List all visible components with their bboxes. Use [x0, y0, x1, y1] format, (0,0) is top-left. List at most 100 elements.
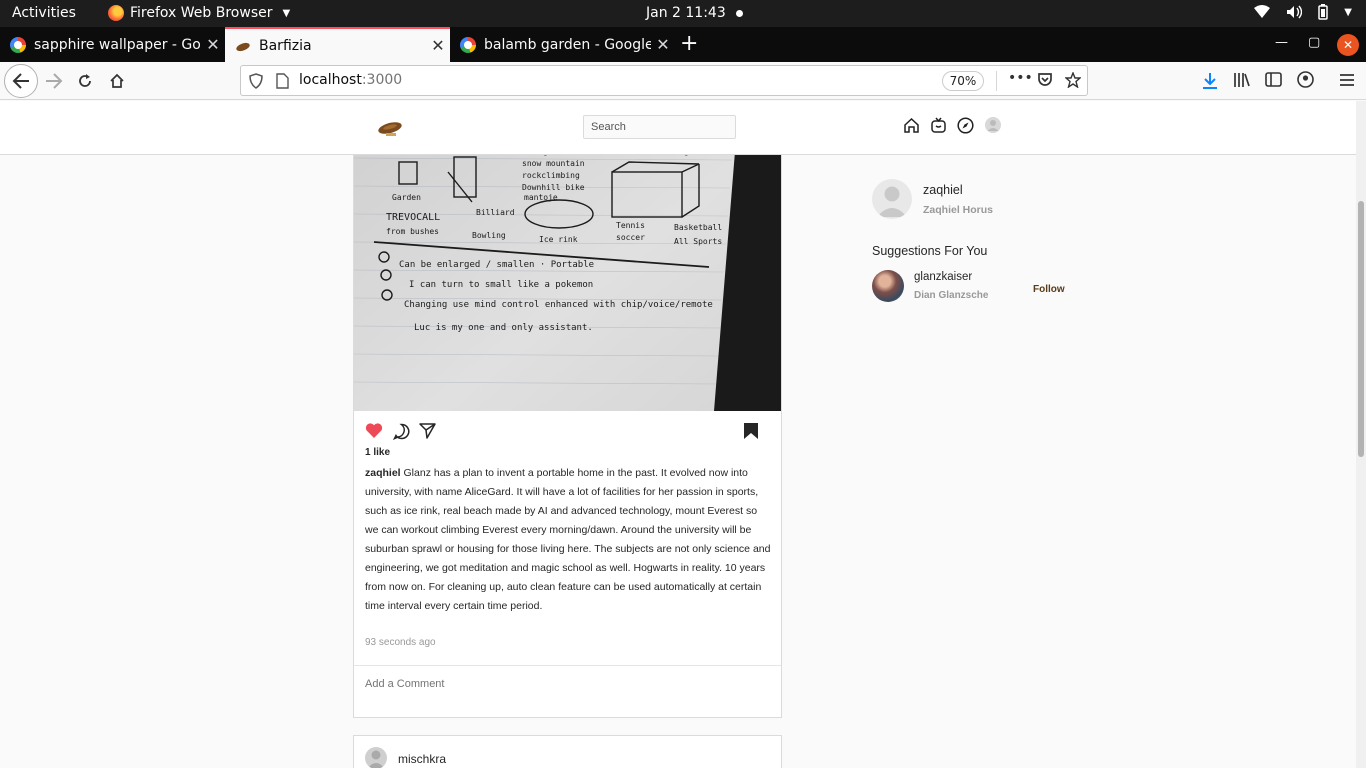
hamburger-menu-icon[interactable]: [1339, 73, 1355, 87]
divider: [996, 71, 997, 91]
google-icon: [460, 36, 476, 53]
page-viewport: Search snow mountain rockclimbing Downhi…: [0, 101, 1356, 768]
svg-text:TREVOCALL: TREVOCALL: [386, 212, 440, 223]
more-actions-icon[interactable]: •••: [1008, 70, 1033, 86]
app-menu[interactable]: Firefox Web Browser ▼: [108, 5, 290, 21]
window-close-button[interactable]: ✕: [1337, 34, 1359, 56]
barfizia-logo[interactable]: [377, 118, 403, 140]
volume-icon: [1287, 5, 1303, 19]
navigation-toolbar: localhost:3000 70% •••: [0, 62, 1366, 100]
suggestions-heading: Suggestions For You: [872, 244, 988, 258]
svg-text:from bushes: from bushes: [386, 227, 439, 236]
search-input[interactable]: Search: [583, 115, 736, 139]
page-scrollbar[interactable]: [1356, 101, 1366, 768]
svg-text:Tennis: Tennis: [616, 221, 645, 230]
bookmark-star-icon[interactable]: [1065, 72, 1081, 88]
follow-button[interactable]: Follow: [1033, 284, 1065, 295]
avatar[interactable]: [872, 179, 912, 219]
pocket-icon[interactable]: [1037, 72, 1053, 88]
default-avatar-icon: [367, 750, 385, 768]
svg-text:mantoje: mantoje: [524, 193, 558, 202]
tab-title: balamb garden - Google: [484, 36, 651, 53]
system-tray[interactable]: ▼: [1254, 4, 1352, 20]
home-button[interactable]: [103, 67, 131, 95]
notification-dot: [736, 10, 743, 17]
close-icon[interactable]: ✕: [426, 36, 450, 55]
svg-text:soccer: soccer: [616, 233, 645, 242]
profile-avatar-icon[interactable]: [985, 117, 1001, 133]
suggestion-username[interactable]: glanzkaiser: [914, 271, 972, 283]
shield-icon[interactable]: [249, 73, 263, 89]
share-send-icon[interactable]: [419, 422, 436, 439]
svg-text:rockclimbing: rockclimbing: [522, 171, 580, 180]
svg-text:All Sports: All Sports: [674, 237, 722, 246]
bookmark-icon[interactable]: [743, 422, 759, 440]
new-tab-button[interactable]: +: [680, 31, 698, 56]
arrow-right-icon: [46, 73, 63, 89]
minimize-button[interactable]: —: [1275, 35, 1288, 50]
close-icon[interactable]: ✕: [651, 35, 675, 54]
reload-button[interactable]: [71, 67, 99, 95]
maximize-button[interactable]: ▢: [1308, 35, 1320, 50]
system-top-bar: Activities Firefox Web Browser ▼ Jan 2 1…: [0, 0, 1366, 27]
home-icon[interactable]: [903, 117, 920, 134]
zoom-indicator[interactable]: 70%: [942, 71, 984, 91]
like-heart-icon[interactable]: [365, 422, 383, 439]
forward-button[interactable]: [40, 67, 68, 95]
app-header: Search: [0, 101, 1356, 155]
barfizia-icon: [236, 42, 250, 51]
tab-title: Barfizia: [259, 37, 312, 54]
url-text[interactable]: localhost:3000: [299, 72, 402, 88]
library-icon[interactable]: [1233, 72, 1251, 88]
svg-text:I can turn to small like a pok: I can turn to small like a pokemon: [409, 280, 593, 290]
close-icon[interactable]: ✕: [201, 35, 225, 54]
avatar[interactable]: [872, 270, 904, 302]
google-icon: [10, 36, 26, 53]
explore-compass-icon[interactable]: [957, 117, 974, 134]
home-icon: [110, 73, 124, 88]
clock[interactable]: Jan 2 11:43: [646, 5, 726, 21]
wifi-icon: [1254, 5, 1271, 18]
tab-balamb-garden[interactable]: balamb garden - Google ✕: [450, 27, 675, 62]
svg-text:Garden: Garden: [392, 193, 421, 202]
back-button[interactable]: [4, 64, 38, 98]
tab-barfizia[interactable]: Barfizia ✕: [225, 27, 450, 62]
caption-text: Glanz has a plan to invent a portable ho…: [365, 467, 771, 612]
tab-strip: sapphire wallpaper - Google ✕ Barfizia ✕…: [0, 27, 1366, 62]
post-card: TableTennis PingKoreMeatArtificial Mount…: [353, 101, 782, 718]
post-actions: [365, 422, 771, 442]
tab-title: sapphire wallpaper - Google: [34, 36, 201, 53]
svg-text:Billiard: Billiard: [476, 208, 515, 217]
arrow-left-icon: [12, 73, 29, 89]
comment-icon[interactable]: [393, 423, 410, 440]
sidebar-icon[interactable]: [1265, 72, 1282, 87]
caption-author[interactable]: zaqhiel: [365, 467, 401, 479]
svg-text:snow mountain: snow mountain: [522, 159, 585, 168]
tab-sapphire-wallpaper[interactable]: sapphire wallpaper - Google ✕: [0, 27, 225, 62]
chevron-down-icon: ▼: [282, 7, 291, 19]
messages-icon[interactable]: [930, 117, 947, 134]
account-icon[interactable]: [1297, 71, 1314, 88]
activities-button[interactable]: Activities: [12, 5, 76, 21]
add-comment-field[interactable]: Add a Comment: [354, 665, 781, 718]
scrollbar-thumb[interactable]: [1358, 201, 1364, 457]
svg-text:Basketball: Basketball: [674, 223, 722, 232]
url-port: :3000: [361, 72, 403, 88]
search-placeholder: Search: [591, 121, 626, 133]
reload-icon: [79, 74, 91, 87]
svg-text:Ice rink: Ice rink: [539, 235, 578, 244]
svg-text:Luc is my one and only assista: Luc is my one and only assistant.: [414, 323, 593, 333]
post-author[interactable]: mischkra: [398, 752, 446, 766]
avatar[interactable]: [365, 747, 387, 768]
url-bar[interactable]: localhost:3000 70% •••: [240, 65, 1088, 96]
page-icon[interactable]: [276, 73, 289, 89]
firefox-icon: [108, 5, 124, 21]
download-icon[interactable]: [1202, 72, 1218, 90]
battery-icon: [1318, 4, 1329, 20]
likes-count[interactable]: 1 like: [365, 447, 390, 458]
current-username[interactable]: zaqhiel: [923, 183, 963, 197]
next-post-card: mischkra: [353, 735, 782, 768]
svg-text:Can be enlarged / smallen · Po: Can be enlarged / smallen · Portable: [399, 260, 594, 270]
svg-text:Downhill bike: Downhill bike: [522, 183, 585, 192]
url-host: localhost: [299, 72, 362, 88]
